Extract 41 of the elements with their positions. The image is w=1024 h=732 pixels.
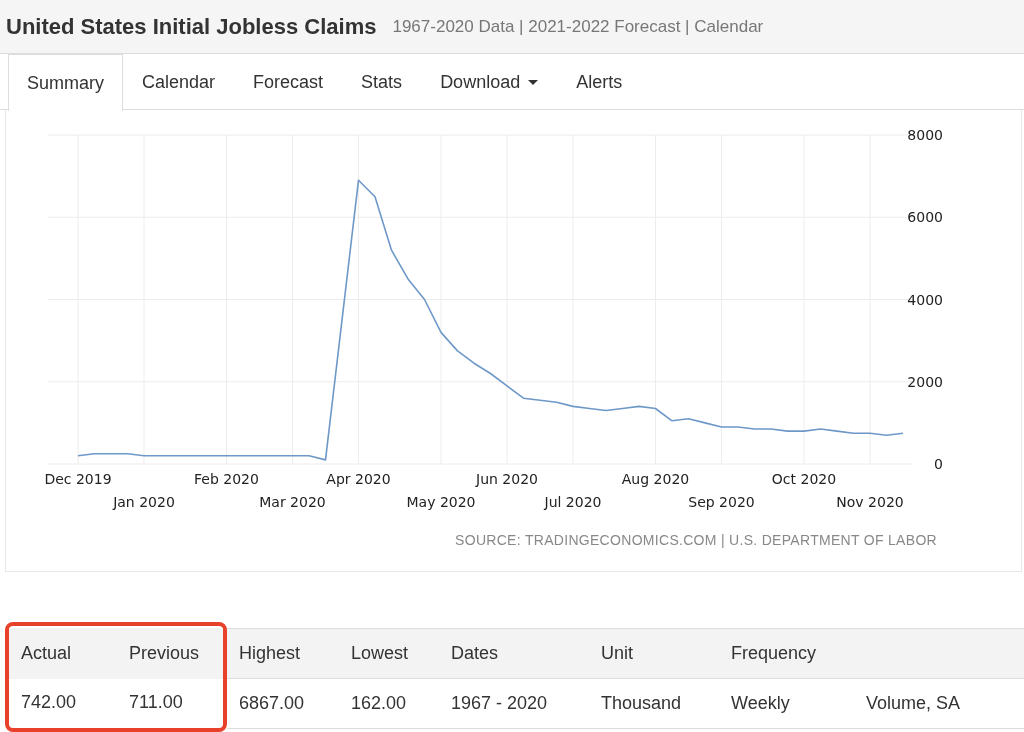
x-axis-label: Nov 2020	[836, 494, 904, 510]
column-header: Actual	[9, 628, 117, 679]
x-axis-label: Oct 2020	[771, 471, 837, 487]
table-cell: 6867.00	[227, 679, 339, 729]
table-cell-text: 742.00	[20, 691, 78, 715]
nav-tab[interactable]: Stats	[342, 54, 422, 110]
nav-tab[interactable]: Calendar	[123, 54, 235, 110]
nav-tab[interactable]: Download	[421, 54, 558, 110]
y-axis-label: 4000	[907, 291, 943, 308]
x-axis-label: Mar 2020	[259, 494, 326, 510]
page-subtitle: 1967-2020 Data | 2021-2022 Forecast | Calendar	[392, 15, 764, 38]
y-axis-label: 6000	[907, 209, 943, 226]
x-axis-label: Sep 2020	[688, 494, 755, 510]
y-axis-label: 2000	[907, 373, 943, 390]
nav-tab[interactable]: Alerts	[557, 54, 642, 110]
column-header: Highest	[227, 628, 339, 679]
column-header: Frequency	[719, 628, 854, 679]
column-header: Unit	[589, 628, 719, 679]
table-cell: Volume, SA	[854, 679, 1024, 729]
source-note: SOURCE: TRADINGECONOMICS.COM | U.S. DEPARTMENT OF LABOR	[455, 531, 937, 550]
column-header: Dates	[439, 628, 589, 679]
x-axis-label: Dec 2019	[44, 471, 112, 487]
x-axis-label: Jun 2020	[476, 471, 538, 487]
x-axis-label: Jul 2020	[544, 494, 602, 510]
page-title: United States Initial Jobless Claims	[6, 13, 377, 41]
table-cell: 162.00	[339, 679, 439, 729]
x-axis-label: May 2020	[406, 494, 476, 510]
table-cell: Thousand	[589, 679, 719, 729]
table-cell: 1967 - 2020	[439, 679, 589, 729]
column-header: Lowest	[339, 628, 439, 679]
x-axis-label: Apr 2020	[326, 471, 391, 487]
column-header: Previous	[117, 628, 223, 679]
table-cell-text: 711.00	[128, 691, 184, 715]
x-axis-label: Feb 2020	[194, 471, 259, 487]
nav-tab[interactable]: Summary	[8, 54, 123, 111]
y-axis-label: 8000	[907, 127, 943, 143]
y-axis-label: 0	[934, 456, 943, 472]
x-axis-label: Aug 2020	[621, 471, 690, 487]
nav-tab[interactable]: Forecast	[234, 54, 343, 110]
x-axis-label: Jan 2020	[113, 494, 175, 510]
table-cell: Weekly	[719, 679, 854, 729]
